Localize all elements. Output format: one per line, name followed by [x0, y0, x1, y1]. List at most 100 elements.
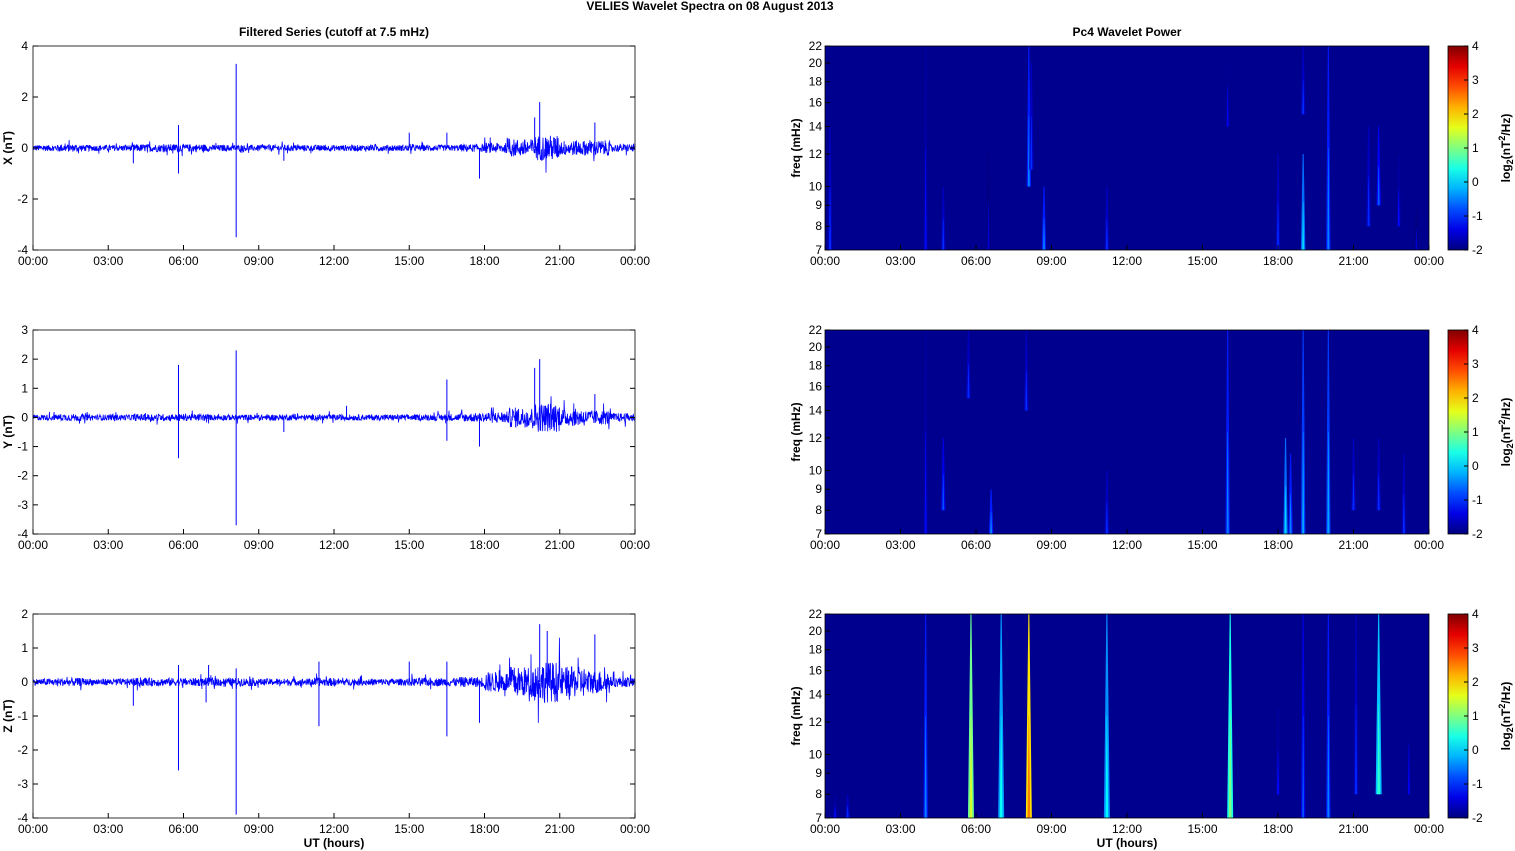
x-tick-label: 03:00	[93, 254, 123, 268]
series-panel-2: -4-3-2-1012Z (nT)00:00 03:00 06:00 09:00 12:…	[1, 607, 650, 850]
x-tick-label: 12:00	[319, 822, 349, 836]
x-tick-label: 00:00	[18, 254, 48, 268]
x-tick-label: 21:00	[1338, 254, 1368, 268]
x-tick-label: 09:00	[244, 538, 274, 552]
y-tick-label: 12	[809, 715, 823, 729]
y-axis-label: freq (mHz)	[789, 402, 803, 461]
heatmap-background	[825, 330, 1429, 534]
x-tick-label: 09:00	[1036, 254, 1066, 268]
x-tick-label: 21:00	[545, 538, 575, 552]
y-tick-label: -3	[17, 777, 28, 791]
colorbar-tick-label: 0	[1472, 459, 1479, 473]
x-tick-label: 12:00	[319, 254, 349, 268]
x-tick-label: 03:00	[885, 538, 915, 552]
x-tick-label: 00:00	[810, 254, 840, 268]
y-tick-label: 14	[809, 404, 823, 418]
colorbar-tick-label: 3	[1472, 641, 1479, 655]
colorbar-tick-label: 3	[1472, 73, 1479, 87]
series-panel-0: -4-2024X (nT)00:00 03:00 06:00 09:00 12:00 15…	[1, 25, 650, 268]
x-tick-label: 00:00	[810, 822, 840, 836]
y-tick-label: 10	[809, 747, 823, 761]
colorbar-tick-label: -2	[1472, 527, 1483, 541]
colorbar-tick-label: 0	[1472, 175, 1479, 189]
x-tick-label: 15:00	[1187, 254, 1217, 268]
x-tick-label: 09:00	[1036, 538, 1066, 552]
y-tick-label: 0	[21, 675, 28, 689]
figure: VELIES Wavelet Spectra on 08 August 2013…	[1, 0, 1515, 850]
x-tick-label: 21:00	[545, 254, 575, 268]
x-axis-label: UT (hours)	[304, 836, 365, 850]
x-tick-label: 00:00	[620, 254, 650, 268]
y-axis-label: freq (mHz)	[789, 686, 803, 745]
y-tick-label: 16	[809, 380, 823, 394]
y-tick-label: 9	[815, 482, 822, 496]
x-tick-label: 09:00	[244, 254, 274, 268]
y-tick-label: 16	[809, 96, 823, 110]
y-tick-label: 9	[815, 766, 822, 780]
x-tick-label: 12:00	[1112, 538, 1142, 552]
y-tick-label: 12	[809, 147, 823, 161]
x-tick-label: 00:00	[18, 538, 48, 552]
colorbar-label: log2(nT2/Hz)	[1497, 682, 1515, 751]
x-tick-label: 00:00	[1414, 254, 1444, 268]
y-tick-label: 20	[809, 340, 823, 354]
y-axis-label: X (nT)	[1, 131, 15, 165]
x-tick-label: 06:00	[168, 822, 198, 836]
x-tick-label: 18:00	[469, 822, 499, 836]
colorbar-tick-label: 2	[1472, 107, 1479, 121]
y-tick-label: 0	[21, 410, 28, 424]
x-tick-label: 00:00	[1414, 822, 1444, 836]
panel-title: Filtered Series (cutoff at 7.5 mHz)	[239, 25, 429, 39]
y-tick-label: 20	[809, 56, 823, 70]
x-tick-label: 15:00	[1187, 538, 1217, 552]
colorbar-label: log2(nT2/Hz)	[1497, 398, 1515, 467]
colorbar-tick-label: 1	[1472, 709, 1479, 723]
x-tick-label: 00:00	[810, 538, 840, 552]
colorbar-tick-label: -1	[1472, 777, 1483, 791]
y-tick-label: 8	[815, 503, 822, 517]
colorbar-tick-label: 1	[1472, 425, 1479, 439]
y-tick-label: 18	[809, 359, 823, 373]
y-tick-label: 22	[809, 323, 823, 337]
y-tick-label: 18	[809, 643, 823, 657]
plot-area	[33, 614, 635, 818]
x-tick-label: 00:00	[18, 822, 48, 836]
y-tick-label: -2	[17, 743, 28, 757]
colorbar-tick-label: 2	[1472, 675, 1479, 689]
x-tick-label: 06:00	[961, 538, 991, 552]
y-axis-label: Z (nT)	[1, 699, 15, 732]
x-tick-label: 15:00	[394, 538, 424, 552]
y-tick-label: 10	[809, 463, 823, 477]
y-axis-label: freq (mHz)	[789, 118, 803, 177]
y-tick-label: -1	[17, 440, 28, 454]
x-tick-label: 00:00	[620, 538, 650, 552]
x-tick-label: 00:00	[1414, 538, 1444, 552]
x-tick-label: 18:00	[469, 254, 499, 268]
x-tick-label: 12:00	[1112, 822, 1142, 836]
x-tick-label: 03:00	[885, 254, 915, 268]
wavelet-panel-0: 78910121416182022freq (mHz)-2-101234log2…	[789, 25, 1515, 268]
y-tick-label: 4	[21, 39, 28, 53]
heatmap-background	[825, 46, 1429, 250]
plot-area	[33, 330, 635, 534]
y-tick-label: 1	[21, 381, 28, 395]
x-tick-label: 21:00	[1338, 538, 1368, 552]
x-tick-label: 06:00	[168, 538, 198, 552]
y-tick-label: 2	[21, 352, 28, 366]
y-tick-label: 2	[21, 607, 28, 621]
y-tick-label: -2	[17, 192, 28, 206]
x-tick-label: 15:00	[394, 254, 424, 268]
y-tick-label: 2	[21, 90, 28, 104]
x-axis-label: UT (hours)	[1097, 836, 1158, 850]
y-tick-label: 8	[815, 219, 822, 233]
x-tick-label: 06:00	[961, 822, 991, 836]
wavelet-panel-2: 78910121416182022freq (mHz)-2-101234log2…	[789, 607, 1515, 850]
y-tick-label: -2	[17, 469, 28, 483]
y-tick-label: 12	[809, 431, 823, 445]
figure-title: VELIES Wavelet Spectra on 08 August 2013	[586, 0, 834, 13]
y-tick-label: -1	[17, 709, 28, 723]
colorbar-tick-label: -2	[1472, 811, 1483, 825]
x-tick-label: 09:00	[244, 822, 274, 836]
x-tick-label: 18:00	[1263, 254, 1293, 268]
colorbar-tick-label: 0	[1472, 743, 1479, 757]
